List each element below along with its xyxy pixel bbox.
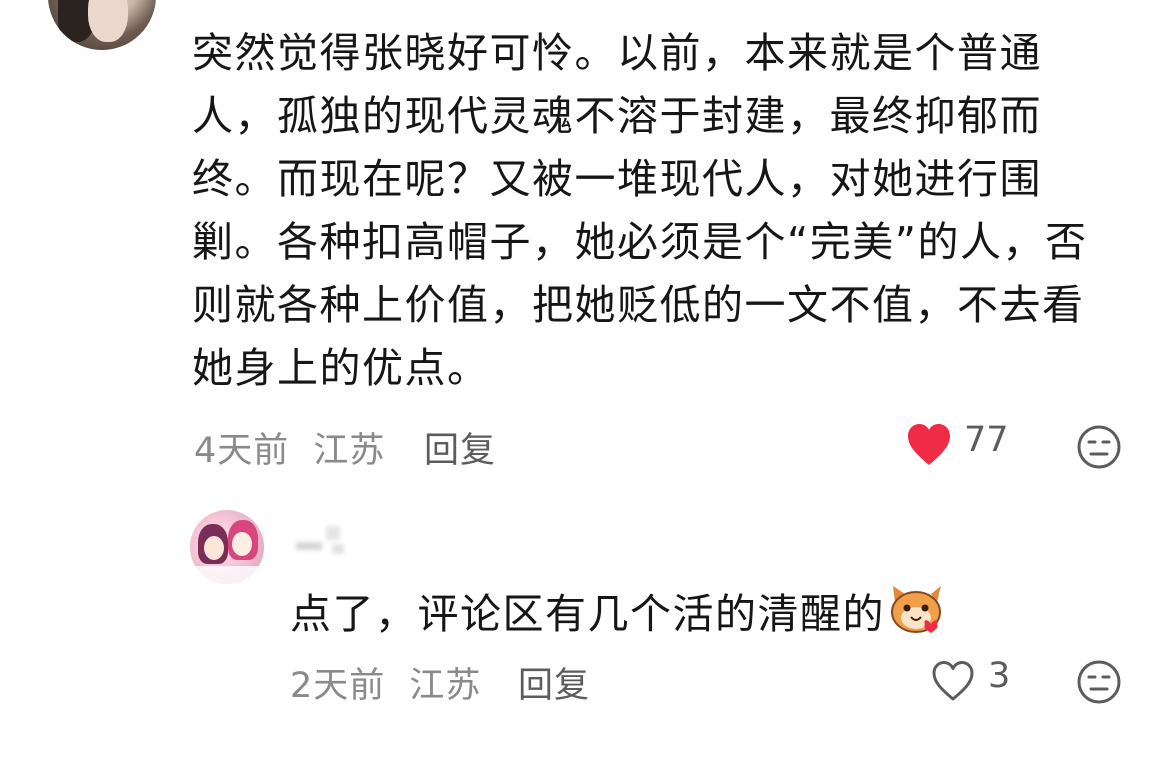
commenter-avatar[interactable]	[48, 0, 156, 50]
cat-heart-emoji	[887, 584, 943, 650]
reply-username-blurred[interactable]	[292, 522, 354, 558]
reply-avatar[interactable]	[190, 510, 264, 584]
comment-text: 突然觉得张晓好可怜。以前，本来就是个普通 人，孤独的现代灵魂不溶于封建，最终抑郁…	[192, 29, 1088, 392]
avatar-face	[88, 0, 128, 42]
comment-location: 江苏	[313, 431, 386, 471]
neutral-face-icon[interactable]	[1076, 424, 1122, 474]
reply-time: 2天前	[290, 666, 386, 706]
reply-like-count: 3	[988, 656, 1011, 696]
reply-location: 江苏	[409, 666, 482, 706]
heart-outline-icon[interactable]	[930, 659, 976, 707]
avatar-figure-face	[232, 532, 252, 556]
comment-meta: 4天前 江苏	[194, 422, 385, 473]
reply-text-content: 点了，评论区有几个活的清醒的	[290, 590, 885, 638]
avatar-background	[190, 566, 264, 584]
heart-filled-icon[interactable]	[906, 423, 952, 471]
neutral-face-icon[interactable]	[1076, 659, 1122, 709]
comment-thread: 突然觉得张晓好可怜。以前，本来就是个普通 人，孤独的现代灵魂不溶于封建，最终抑郁…	[0, 0, 1170, 770]
reply-button[interactable]: 回复	[424, 422, 496, 473]
reply-text: 点了，评论区有几个活的清醒的	[290, 584, 943, 650]
comment-time: 4天前	[194, 431, 290, 471]
reply-to-reply-button[interactable]: 回复	[518, 657, 590, 708]
like-count: 77	[964, 420, 1009, 460]
reply-meta: 2天前 江苏	[290, 657, 481, 708]
avatar-figure-face	[204, 536, 224, 560]
